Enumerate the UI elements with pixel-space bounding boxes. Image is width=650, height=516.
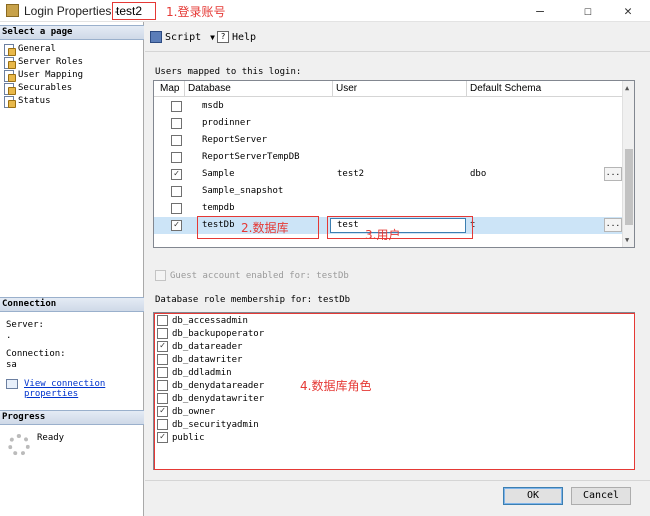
grid-header: Map Database User Default Schema — [154, 81, 624, 97]
schema-cell[interactable]: dbo — [470, 169, 486, 179]
map-checkbox[interactable] — [171, 203, 182, 214]
page-item-label: Server Roles — [18, 56, 84, 67]
page-item-securables[interactable]: Securables — [3, 81, 73, 95]
page-icon — [3, 95, 16, 108]
help-icon: ? — [217, 31, 229, 43]
annotation-box-roles — [154, 313, 635, 470]
scroll-up-icon[interactable]: ▲ — [625, 84, 629, 92]
page-icon — [3, 82, 16, 95]
page-item-label: User Mapping — [18, 69, 84, 80]
table-row[interactable]: ReportServerTempDB — [154, 149, 624, 166]
minimize-button[interactable]: — — [518, 0, 562, 22]
view-connection-properties-link-line2[interactable]: properties — [24, 389, 78, 399]
chevron-down-icon[interactable]: ▼ — [210, 33, 215, 42]
close-button[interactable]: ✕ — [606, 0, 650, 22]
select-page-header: Select a page — [0, 25, 144, 40]
column-header-default-schema[interactable]: Default Schema — [470, 83, 541, 94]
grid-scrollbar[interactable]: ▲ ▼ — [622, 81, 634, 247]
column-header-user[interactable]: User — [336, 83, 357, 94]
page-icon — [3, 69, 16, 82]
table-row[interactable]: msdb — [154, 98, 624, 115]
scrollbar-thumb[interactable] — [625, 149, 633, 225]
footer-divider — [145, 480, 650, 481]
toolbar: Script ▼ ? Help — [145, 22, 650, 52]
page-item-server-roles[interactable]: Server Roles — [3, 55, 84, 69]
user-cell[interactable]: test2 — [337, 169, 364, 179]
column-header-map[interactable]: Map — [160, 83, 179, 94]
annotation-roles: 4.数据库角色 — [300, 379, 372, 393]
table-row[interactable]: prodinner — [154, 115, 624, 132]
role-membership-label: Database role membership for: testDb — [155, 295, 351, 305]
connection-properties-icon — [6, 379, 20, 391]
database-cell: tempdb — [202, 203, 235, 213]
scroll-down-icon[interactable]: ▼ — [625, 236, 629, 244]
help-button[interactable]: ? Help — [217, 31, 256, 43]
map-checkbox[interactable] — [171, 152, 182, 163]
guest-account-label: Guest account enabled for: testDb — [170, 270, 349, 281]
users-mapped-label: Users mapped to this login: — [155, 67, 302, 77]
connection-value: sa — [6, 360, 17, 370]
view-connection-properties-link[interactable]: View connection — [24, 379, 105, 389]
database-cell: prodinner — [202, 118, 251, 128]
map-checkbox[interactable] — [171, 118, 182, 129]
cancel-button[interactable]: Cancel — [571, 487, 631, 505]
table-row[interactable]: tempdb — [154, 200, 624, 217]
page-item-general[interactable]: General — [3, 42, 56, 56]
left-pane: Select a page General Server Roles User … — [0, 22, 144, 516]
table-row[interactable]: ReportServer — [154, 132, 624, 149]
title-bar: Login Properties - test2 1.登录账号 — ☐ ✕ — [0, 0, 650, 22]
database-cell: ReportServer — [202, 135, 268, 145]
connection-header: Connection — [0, 297, 144, 312]
map-checkbox[interactable] — [171, 186, 182, 197]
map-checkbox[interactable] — [171, 135, 182, 146]
script-label: Script — [165, 31, 202, 43]
map-checkbox[interactable]: ✓ — [171, 220, 182, 231]
script-button[interactable]: Script ▼ — [150, 31, 215, 43]
page-item-label: Status — [18, 95, 51, 106]
annotation-login: 1.登录账号 — [166, 5, 226, 19]
app-icon — [6, 4, 19, 17]
table-row[interactable]: Sample_snapshot — [154, 183, 624, 200]
page-icon — [3, 43, 16, 56]
server-label: Server: — [6, 320, 44, 330]
progress-status: Ready — [37, 433, 65, 443]
window-title: Login Properties - — [24, 4, 119, 18]
login-name-title: test2 — [112, 2, 156, 20]
database-cell: msdb — [202, 101, 224, 111]
server-value: . — [6, 331, 12, 341]
annotation-database: 2.数据库 — [241, 221, 289, 235]
script-icon — [150, 31, 162, 43]
page-item-label: Securables — [18, 82, 73, 93]
progress-header: Progress — [0, 410, 144, 425]
maximize-button[interactable]: ☐ — [566, 0, 610, 22]
connection-label: Connection: — [6, 349, 66, 359]
schema-browse-button[interactable]: ... — [604, 167, 622, 181]
guest-account-checkbox — [155, 270, 166, 281]
page-item-user-mapping[interactable]: User Mapping — [3, 68, 84, 82]
guest-account-option: Guest account enabled for: testDb — [155, 270, 349, 281]
page-item-status[interactable]: Status — [3, 94, 51, 108]
page-icon — [3, 56, 16, 69]
map-checkbox[interactable]: ✓ — [171, 169, 182, 180]
column-header-database[interactable]: Database — [188, 83, 231, 94]
help-label: Help — [232, 31, 257, 43]
schema-browse-button[interactable]: ... — [604, 218, 622, 232]
database-cell: Sample — [202, 169, 235, 179]
database-cell: Sample_snapshot — [202, 186, 284, 196]
ok-button[interactable]: OK — [503, 487, 563, 505]
annotation-user: 3.用户 — [365, 228, 401, 242]
user-cell[interactable]: test — [337, 220, 359, 230]
map-checkbox[interactable] — [171, 101, 182, 112]
page-item-label: General — [18, 43, 56, 54]
progress-spinner-icon — [8, 434, 30, 456]
table-row[interactable]: ✓ Sample test2 dbo ... — [154, 166, 624, 183]
database-cell: ReportServerTempDB — [202, 152, 300, 162]
